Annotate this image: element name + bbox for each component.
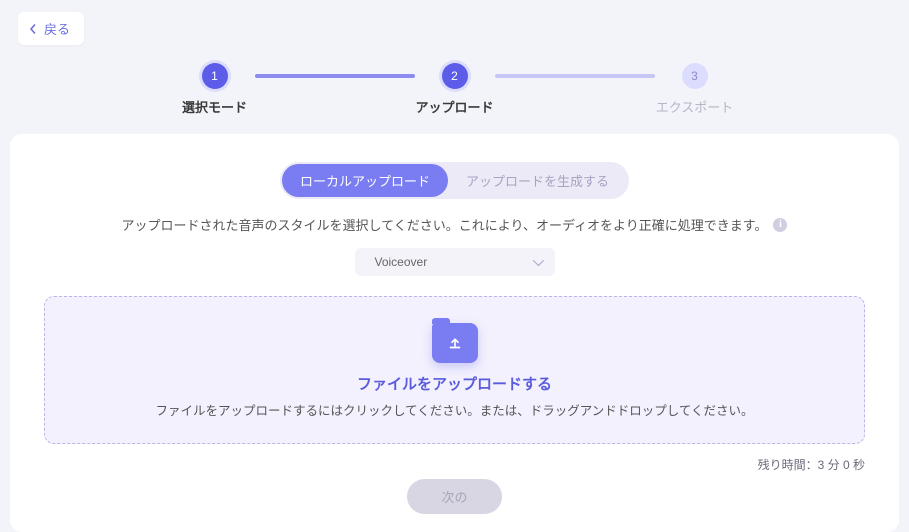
upload-folder-icon bbox=[432, 323, 478, 363]
back-button[interactable]: 戻る bbox=[18, 12, 84, 45]
stepper: 1 選択モード 2 アップロード 3 エクスポート bbox=[175, 63, 735, 116]
chevron-down-icon bbox=[532, 255, 543, 266]
step-2: 2 アップロード bbox=[415, 63, 495, 116]
dropzone-title: ファイルをアップロードする bbox=[65, 373, 844, 394]
dropzone-subtitle: ファイルをアップロードするにはクリックしてください。または、ドラッグアンドドロッ… bbox=[65, 400, 844, 419]
file-dropzone[interactable]: ファイルをアップロードする ファイルをアップロードするにはクリックしてください。… bbox=[44, 296, 865, 444]
step-1-circle: 1 bbox=[202, 63, 228, 89]
step-1-label: 選択モード bbox=[182, 97, 247, 116]
step-2-label: アップロード bbox=[415, 97, 493, 116]
step-1: 1 選択モード bbox=[175, 63, 255, 116]
step-bar-1-2 bbox=[255, 74, 415, 78]
tab-generate-upload[interactable]: アップロードを生成する bbox=[448, 164, 627, 197]
step-bar-2-3 bbox=[495, 74, 655, 78]
next-button[interactable]: 次の bbox=[407, 479, 501, 514]
helper-text-row: アップロードされた音声のスタイルを選択してください。これにより、オーディオをより… bbox=[44, 215, 865, 234]
step-3-label: エクスポート bbox=[656, 97, 734, 116]
audio-style-value: Voiceover bbox=[375, 255, 428, 269]
tab-local-upload[interactable]: ローカルアップロード bbox=[282, 164, 448, 197]
step-3-circle: 3 bbox=[682, 63, 708, 89]
remaining-time: 残り時間：3 分 0 秒 bbox=[44, 456, 865, 473]
info-icon[interactable] bbox=[773, 218, 787, 232]
chevron-left-icon bbox=[28, 24, 38, 34]
upload-mode-tabs: ローカルアップロード アップロードを生成する bbox=[280, 162, 629, 199]
back-label: 戻る bbox=[44, 19, 70, 38]
helper-text: アップロードされた音声のスタイルを選択してください。これにより、オーディオをより… bbox=[122, 215, 768, 234]
upload-card: ローカルアップロード アップロードを生成する アップロードされた音声のスタイルを… bbox=[10, 134, 899, 532]
upload-arrow-icon bbox=[446, 334, 464, 352]
audio-style-select[interactable]: Voiceover bbox=[355, 248, 555, 276]
step-2-circle: 2 bbox=[442, 63, 468, 89]
step-3: 3 エクスポート bbox=[655, 63, 735, 116]
